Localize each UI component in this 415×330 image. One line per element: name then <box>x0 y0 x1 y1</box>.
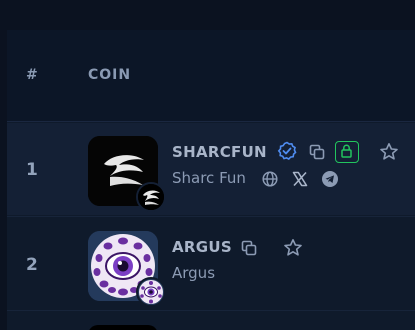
x-icon[interactable] <box>292 171 308 192</box>
telegram-icon[interactable] <box>322 171 338 192</box>
top-strip <box>0 0 415 30</box>
table-header: # COIN <box>7 30 415 122</box>
table-row[interactable]: 1 SHARCFUN Sharc Fun <box>7 123 415 215</box>
star-icon[interactable] <box>379 142 399 167</box>
rank-value: 2 <box>26 255 38 275</box>
star-icon[interactable] <box>283 238 303 263</box>
copy-icon[interactable] <box>241 240 257 261</box>
table-row[interactable]: 2 ARGUS Argus <box>7 216 415 308</box>
coin-table: # COIN 1 SHARCFUN Sharc Fun 2 ARGUS Argu… <box>7 30 415 330</box>
coin-symbol[interactable]: SHARCFUN <box>172 143 267 161</box>
globe-icon[interactable] <box>262 171 278 192</box>
coin-name: Argus <box>172 264 216 282</box>
chain-badge <box>136 277 166 307</box>
rank-column-header[interactable]: # <box>26 67 39 83</box>
rank-value: 1 <box>26 160 38 180</box>
coin-symbol[interactable]: ARGUS <box>172 238 232 256</box>
chain-badge <box>136 182 166 212</box>
coin-column-header[interactable]: COIN <box>88 67 131 83</box>
coin-avatar[interactable] <box>88 325 158 330</box>
coin-name: Sharc Fun <box>172 169 246 187</box>
copy-icon[interactable] <box>309 144 325 165</box>
table-row[interactable] <box>7 310 415 330</box>
lock-icon <box>335 141 359 163</box>
verified-badge-icon <box>277 141 297 166</box>
